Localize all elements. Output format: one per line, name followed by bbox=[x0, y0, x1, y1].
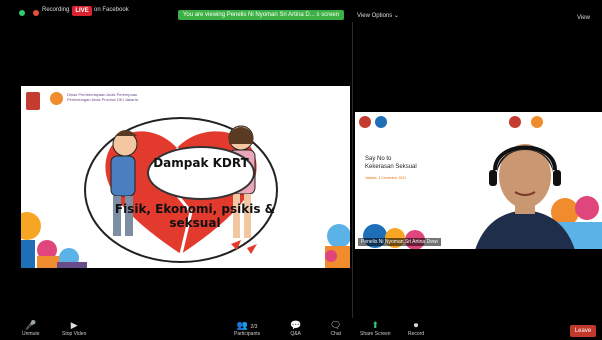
view-options-button[interactable]: View Options ⌄ bbox=[357, 12, 399, 19]
participant-name-tag: Penelis Ni Nyoman Sri Artina Dewi bbox=[358, 238, 441, 246]
share-screen-label: Share Screen bbox=[360, 331, 391, 337]
slide-title-bubble: Dampak KDRT bbox=[147, 146, 255, 200]
decorative-shapes-left bbox=[21, 212, 87, 268]
leave-button[interactable]: Leave bbox=[570, 325, 596, 337]
record-button[interactable]: ⏺ Record bbox=[408, 320, 424, 337]
unmute-button[interactable]: 🎤 Unmute bbox=[22, 320, 40, 337]
organization-logo bbox=[50, 92, 63, 105]
record-icon: ⏺ bbox=[413, 320, 419, 330]
bottom-toolbar: 🎤 Unmute ▶ Stop Video 👥 2/3 Participants… bbox=[0, 318, 602, 340]
participants-icon: 👥 2/3 bbox=[236, 320, 258, 330]
view-button[interactable]: View bbox=[577, 15, 590, 21]
panel-subtitle: Jakarta, 3 Desember 2021 bbox=[365, 176, 407, 180]
participant-video-panel[interactable]: Say No to Kekerasan Seksual Jakarta, 3 D… bbox=[355, 112, 602, 249]
share-screen-button[interactable]: ⬆ Share Screen bbox=[360, 320, 391, 337]
qa-icon: 💬 bbox=[290, 320, 302, 330]
viewing-banner: You are viewing Penelis Ni Nyoman Sri Ar… bbox=[178, 10, 344, 20]
panel-divider[interactable] bbox=[352, 22, 353, 318]
panel-title: Say No to Kekerasan Seksual bbox=[365, 155, 417, 171]
participants-button[interactable]: 👥 2/3 Participants bbox=[234, 320, 260, 337]
slide-caption: Fisik, Ekonomi, psikis & seksual bbox=[114, 202, 276, 230]
organization-text: Dinas Pemberdayaan Anak Perempuan Perlin… bbox=[67, 92, 138, 102]
chat-icon: 🗨 bbox=[330, 320, 342, 330]
live-platform-label: on Facebook bbox=[94, 7, 129, 13]
stop-video-label: Stop Video bbox=[62, 331, 87, 337]
share-screen-icon: ⬆ bbox=[371, 320, 380, 330]
microphone-muted-icon: 🎤 bbox=[25, 320, 37, 330]
chat-label: Chat bbox=[330, 331, 341, 337]
dki-jakarta-logo bbox=[26, 92, 40, 110]
qa-label: Q&A bbox=[290, 331, 301, 337]
unmute-label: Unmute bbox=[22, 331, 40, 337]
panel-title-line2: Kekerasan Seksual bbox=[365, 164, 417, 170]
participant-video bbox=[475, 144, 575, 249]
live-badge[interactable]: LIVE bbox=[72, 6, 92, 16]
participants-count: 2/3 bbox=[250, 324, 258, 330]
chat-button[interactable]: 🗨 Chat bbox=[330, 320, 341, 337]
qa-button[interactable]: 💬 Q&A bbox=[290, 320, 301, 337]
stop-video-button[interactable]: ▶ Stop Video bbox=[62, 320, 86, 337]
shield-icon bbox=[19, 10, 25, 16]
slide-title: Dampak KDRT bbox=[153, 156, 249, 170]
decorative-shapes-right bbox=[325, 224, 350, 268]
shared-screen-slide: Dinas Pemberdayaan Anak Perempuan Perlin… bbox=[21, 86, 350, 268]
recording-icon bbox=[33, 10, 39, 16]
participants-label: Participants bbox=[234, 331, 261, 337]
video-camera-icon: ▶ bbox=[70, 320, 78, 330]
panel-title-line1: Say No to bbox=[365, 156, 392, 162]
recording-label: Recording bbox=[42, 7, 70, 13]
record-label: Record bbox=[408, 331, 425, 337]
